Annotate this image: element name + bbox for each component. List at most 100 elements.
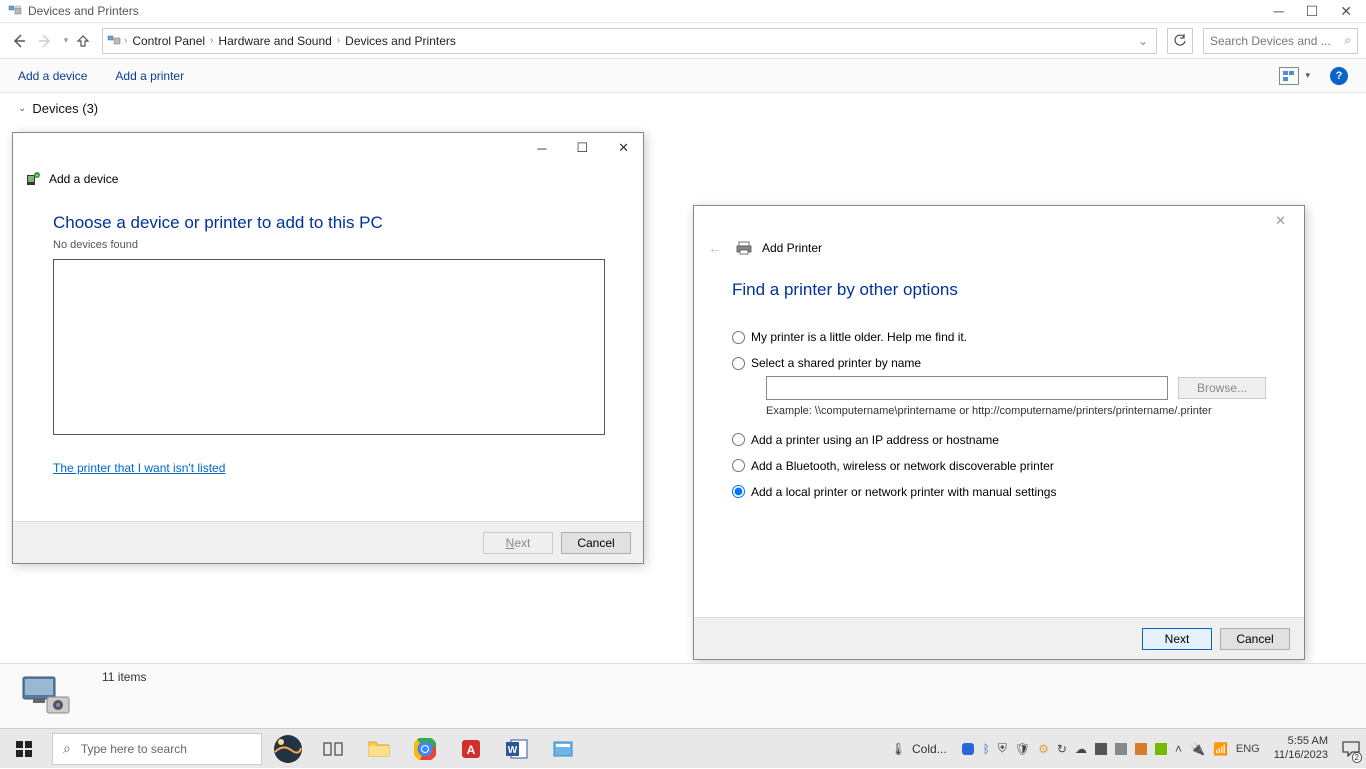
command-bar: Add a device Add a printer ▾ ? xyxy=(0,58,1366,93)
cancel-button[interactable]: Cancel xyxy=(561,532,631,554)
notification-badge: 2 xyxy=(1352,752,1362,763)
printer-not-listed-link[interactable]: The printer that I want isn't listed xyxy=(53,461,225,475)
status-bar: 11 items xyxy=(0,663,1366,728)
system-tray: ᛒ ⛨ 🛡 ⚙ ↻ ☁ ˄ 🔌 📶 ENG xyxy=(955,741,1266,756)
tray-icon[interactable] xyxy=(1115,743,1127,755)
dialog-titlebar: ─ ☐ ✕ xyxy=(13,133,643,163)
taskbar-news-icon[interactable] xyxy=(266,729,310,769)
view-options-button[interactable] xyxy=(1279,67,1299,85)
tray-language[interactable]: ENG xyxy=(1236,743,1260,755)
notification-center-button[interactable]: 2 xyxy=(1336,729,1366,769)
radio-local-printer[interactable] xyxy=(732,485,745,498)
window-close-button[interactable]: ✕ xyxy=(1340,3,1352,20)
add-device-dialog: ─ ☐ ✕ + Add a device Choose a device or … xyxy=(12,132,644,564)
radio-older-printer[interactable] xyxy=(732,331,745,344)
option-shared-printer[interactable]: Select a shared printer by name xyxy=(732,356,1266,370)
window-maximize-button[interactable]: ☐ xyxy=(1306,3,1319,20)
dialog-titlebar: ✕ xyxy=(694,206,1304,236)
item-count-text: 11 items xyxy=(102,664,146,684)
weather-text: Cold... xyxy=(912,742,947,756)
search-box[interactable]: Search Devices and ... ⌕ xyxy=(1203,28,1358,54)
search-icon: ⌕ xyxy=(63,740,71,757)
tray-icon[interactable] xyxy=(1095,743,1107,755)
dialog-title: Choose a device or printer to add to thi… xyxy=(53,213,603,233)
dialog-maximize-button[interactable]: ☐ xyxy=(572,136,592,160)
radio-ip-address[interactable] xyxy=(732,433,745,446)
taskbar-acrobat-icon[interactable]: A xyxy=(448,729,494,769)
tray-wifi-icon[interactable]: 📶 xyxy=(1213,742,1228,756)
view-dropdown-icon[interactable]: ▾ xyxy=(1305,70,1310,81)
next-button: Next xyxy=(483,532,553,554)
taskbar-search-placeholder: Type here to search xyxy=(81,742,187,756)
dialog-header: + Add a device xyxy=(13,163,643,195)
tray-icon[interactable]: ⚙ xyxy=(1038,742,1049,756)
back-arrow-icon[interactable]: ← xyxy=(708,240,726,256)
dialog-close-button[interactable]: ✕ xyxy=(614,136,633,160)
taskbar-word-icon[interactable]: W xyxy=(494,729,540,769)
nav-forward-button[interactable] xyxy=(34,30,56,52)
clock-date: 11/16/2023 xyxy=(1274,749,1328,763)
add-device-command[interactable]: Add a device xyxy=(18,69,87,83)
nav-back-button[interactable] xyxy=(8,30,30,52)
taskbar-taskview-icon[interactable] xyxy=(310,729,356,769)
option-older-printer[interactable]: My printer is a little older. Help me fi… xyxy=(732,330,1266,344)
devices-group-header[interactable]: ⌄ Devices (3) xyxy=(0,93,1366,124)
dialog-header-text: Add Printer xyxy=(762,241,822,255)
taskbar-weather[interactable]: 🌡 Cold... xyxy=(883,742,955,756)
control-panel-icon xyxy=(107,35,121,47)
add-printer-command[interactable]: Add a printer xyxy=(115,69,184,83)
shared-printer-name-input[interactable] xyxy=(766,376,1168,400)
refresh-button[interactable] xyxy=(1167,28,1193,54)
tray-onedrive-icon[interactable]: ☁ xyxy=(1075,742,1087,756)
taskbar-clock[interactable]: 5:55 AM 11/16/2023 xyxy=(1266,735,1336,763)
tray-icon[interactable] xyxy=(1135,743,1147,755)
breadcrumb-control-panel[interactable]: Control Panel xyxy=(128,34,209,48)
clock-time: 5:55 AM xyxy=(1274,735,1328,749)
tray-nvidia-icon[interactable] xyxy=(1155,743,1167,755)
tray-sync-icon[interactable]: ↻ xyxy=(1057,742,1067,756)
option-bluetooth-wireless[interactable]: Add a Bluetooth, wireless or network dis… xyxy=(732,459,1266,473)
help-button[interactable]: ? xyxy=(1330,67,1348,85)
radio-shared-printer[interactable] xyxy=(732,357,745,370)
thermometer-icon: 🌡 xyxy=(891,742,906,756)
nav-recent-dropdown[interactable]: ▾ xyxy=(60,30,72,52)
address-bar[interactable]: › Control Panel › Hardware and Sound › D… xyxy=(102,28,1157,54)
start-button[interactable] xyxy=(0,729,48,769)
nav-up-button[interactable] xyxy=(76,34,96,48)
tray-icon[interactable]: ⛨ xyxy=(998,741,1007,756)
tray-security-icon[interactable]: 🛡 xyxy=(1015,742,1030,756)
device-listbox[interactable] xyxy=(53,259,605,435)
add-printer-dialog: ✕ ← Add Printer Find a printer by other … xyxy=(693,205,1305,660)
search-placeholder: Search Devices and ... xyxy=(1210,34,1340,48)
svg-text:W: W xyxy=(508,745,518,756)
taskbar: ⌕ Type here to search A W 🌡 Cold... ᛒ ⛨ … xyxy=(0,728,1366,768)
add-device-icon: + xyxy=(25,171,41,187)
dialog-header: ← Add Printer xyxy=(694,236,1304,260)
option-ip-address[interactable]: Add a printer using an IP address or hos… xyxy=(732,433,1266,447)
next-button[interactable]: Next xyxy=(1142,628,1212,650)
tray-chevron-up-icon[interactable]: ˄ xyxy=(1175,742,1182,756)
navigation-bar: ▾ › Control Panel › Hardware and Sound ›… xyxy=(0,23,1366,58)
breadcrumb-devices-printers[interactable]: Devices and Printers xyxy=(341,34,460,48)
taskbar-file-explorer-icon[interactable] xyxy=(356,729,402,769)
breadcrumb-hardware-sound[interactable]: Hardware and Sound xyxy=(214,34,335,48)
chevron-down-icon: ⌄ xyxy=(18,103,26,114)
taskbar-search[interactable]: ⌕ Type here to search xyxy=(52,733,262,765)
option-local-printer[interactable]: Add a local printer or network printer w… xyxy=(732,485,1266,499)
dialog-minimize-button[interactable]: ─ xyxy=(533,137,550,160)
devices-group-label: Devices (3) xyxy=(32,101,98,116)
window-title: Devices and Printers xyxy=(28,4,139,18)
no-devices-text: No devices found xyxy=(53,239,603,251)
tray-bluetooth-icon[interactable]: ᛒ xyxy=(983,742,990,756)
cancel-button[interactable]: Cancel xyxy=(1220,628,1290,650)
radio-bluetooth-wireless[interactable] xyxy=(732,459,745,472)
tray-icon[interactable] xyxy=(961,742,975,756)
taskbar-chrome-icon[interactable] xyxy=(402,729,448,769)
tray-battery-icon[interactable]: 🔌 xyxy=(1190,742,1205,756)
window-minimize-button[interactable]: ─ xyxy=(1274,3,1284,20)
taskbar-app-icon[interactable] xyxy=(540,729,586,769)
dialog-close-button[interactable]: ✕ xyxy=(1267,209,1294,233)
dialog-title: Find a printer by other options xyxy=(732,280,1266,300)
svg-text:+: + xyxy=(36,173,39,179)
address-dropdown-icon[interactable]: ⌄ xyxy=(1134,34,1152,48)
